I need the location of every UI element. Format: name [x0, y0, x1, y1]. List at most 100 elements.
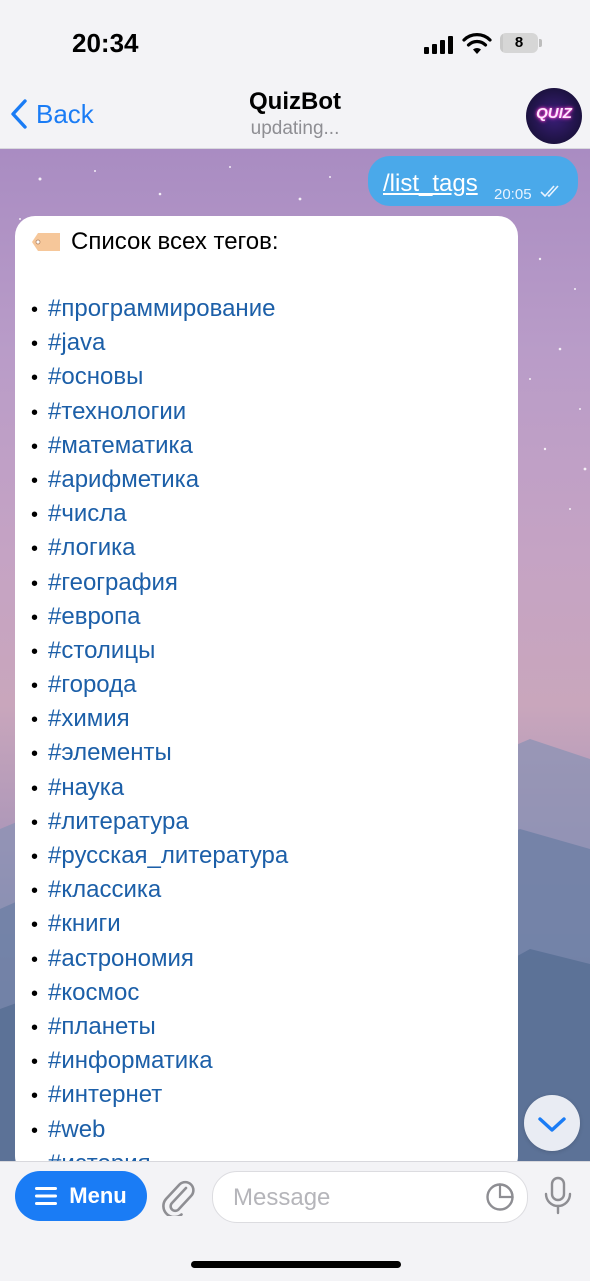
- command-link[interactable]: /list_tags: [383, 170, 478, 198]
- cellular-signal-icon: [424, 36, 454, 54]
- bullet: •: [31, 1051, 39, 1074]
- tag-list-item: • #книги: [31, 907, 288, 941]
- tag-list-item: • #литература: [31, 805, 288, 839]
- sticker-icon[interactable]: [485, 1182, 515, 1212]
- hashtag-link[interactable]: #java: [48, 329, 105, 356]
- battery-icon: 8: [500, 33, 538, 53]
- read-checkmarks-icon: [540, 185, 559, 198]
- menu-label: Menu: [69, 1183, 127, 1208]
- hashtag-link[interactable]: #химия: [48, 705, 130, 732]
- hashtag-link[interactable]: #программирование: [48, 295, 275, 322]
- chat-area[interactable]: /list_tags 20:05 Список всех тегов: • #пр…: [0, 149, 590, 1161]
- battery-cap: [539, 39, 542, 47]
- tag-list-item: • #планеты: [31, 1010, 288, 1044]
- message-heading: Список всех тегов:: [31, 228, 279, 256]
- bullet: •: [31, 1119, 39, 1142]
- scroll-down-button[interactable]: [524, 1095, 580, 1151]
- hashtag-link[interactable]: #элементы: [48, 739, 172, 766]
- hashtag-link[interactable]: #космос: [48, 979, 139, 1006]
- home-indicator: [191, 1261, 401, 1268]
- tag-list-item: • #европа: [31, 600, 288, 634]
- wifi-icon: [462, 33, 492, 54]
- tag-list-item: • #наука: [31, 771, 288, 805]
- hashtag-link[interactable]: #наука: [48, 774, 124, 801]
- tag-list-item: • #космос: [31, 976, 288, 1010]
- bullet: •: [31, 401, 39, 424]
- message-input-container: [212, 1171, 528, 1224]
- bullet: •: [31, 846, 39, 868]
- hashtag-link[interactable]: #география: [48, 569, 178, 596]
- microphone-icon[interactable]: [542, 1176, 574, 1216]
- bullet: •: [31, 709, 39, 732]
- composer-bar: Menu: [0, 1161, 590, 1281]
- hashtag-link[interactable]: #русская_литература: [48, 842, 288, 869]
- message-input[interactable]: [231, 1172, 475, 1224]
- hashtag-link[interactable]: #книги: [48, 910, 121, 937]
- bullet: •: [31, 435, 39, 458]
- bullet: •: [31, 914, 39, 937]
- bullet: •: [31, 504, 39, 527]
- bullet: •: [31, 640, 39, 663]
- tag-list-item: • #математика: [31, 429, 288, 463]
- chat-status: updating...: [250, 118, 340, 139]
- chevron-down-icon: [538, 1117, 566, 1132]
- hashtag-link[interactable]: #астрономия: [48, 945, 194, 972]
- hashtag-link[interactable]: #информатика: [48, 1047, 213, 1074]
- hashtag-link[interactable]: #интернет: [48, 1081, 162, 1108]
- bullet: •: [31, 469, 39, 492]
- hashtag-link[interactable]: #числа: [48, 500, 127, 527]
- battery-percent: 8: [514, 34, 524, 51]
- hashtag-link[interactable]: #история: [48, 1150, 151, 1161]
- hashtag-link[interactable]: #столицы: [48, 637, 155, 664]
- bullet: •: [31, 982, 39, 1005]
- bullet: •: [31, 1154, 38, 1161]
- hashtag-link[interactable]: #логика: [48, 534, 136, 561]
- message-time: 20:05: [494, 186, 532, 203]
- tag-list-item: • #интернет: [31, 1078, 288, 1112]
- tag-list-item: • #элементы: [31, 736, 288, 770]
- hashtag-link[interactable]: #основы: [48, 363, 143, 390]
- bullet: •: [31, 572, 39, 595]
- hashtag-link[interactable]: #планеты: [48, 1013, 156, 1040]
- incoming-message[interactable]: Список всех тегов: • #программирование • #j…: [15, 216, 518, 1161]
- hashtag-link[interactable]: #европа: [48, 603, 140, 630]
- bullet: •: [31, 606, 39, 629]
- hashtag-link[interactable]: #арифметика: [48, 466, 199, 493]
- hashtag-link[interactable]: #технологии: [48, 398, 186, 425]
- bullet: •: [31, 743, 39, 766]
- hashtag-link[interactable]: #литература: [48, 808, 189, 835]
- tag-list-item: • #логика: [31, 531, 288, 565]
- tag-list-item: • #история: [31, 1147, 288, 1161]
- status-time: 20:34: [72, 28, 139, 58]
- paperclip-icon[interactable]: [160, 1176, 196, 1216]
- tag-list-item: • #химия: [31, 702, 288, 736]
- hashtag-link[interactable]: #города: [48, 671, 136, 698]
- tag-list-item: • #русская_литература: [31, 839, 288, 873]
- tag-list-item: • #города: [31, 668, 288, 702]
- tag-list-item: • #основы: [31, 360, 288, 394]
- status-bar: 20:34 8: [0, 0, 590, 84]
- avatar-logo-text: QUIZ: [536, 105, 572, 122]
- chat-header: Back QuizBot updating...: [0, 84, 590, 149]
- bullet: •: [31, 299, 39, 321]
- bullet: •: [31, 1016, 39, 1039]
- bullet: •: [31, 948, 39, 971]
- bullet: •: [31, 1085, 39, 1108]
- hashtag-link[interactable]: #web: [48, 1116, 105, 1143]
- bullet: •: [31, 880, 39, 903]
- tag-list-item: • #география: [31, 566, 288, 600]
- tag-list: • #программирование • #java • #основы • #технол…: [31, 292, 288, 1161]
- tag-list-item: • #java: [31, 326, 288, 360]
- bullet: •: [31, 811, 39, 834]
- menu-button[interactable]: Menu: [15, 1171, 147, 1221]
- chat-title[interactable]: QuizBot: [0, 88, 590, 116]
- hashtag-link[interactable]: #математика: [48, 432, 193, 459]
- tag-list-item: • #программирование: [31, 292, 288, 326]
- hashtag-link[interactable]: #классика: [48, 876, 161, 903]
- bot-avatar[interactable]: QUIZ: [526, 88, 582, 144]
- heading-text: Список всех тегов:: [71, 228, 279, 255]
- tag-list-item: • #числа: [31, 497, 288, 531]
- outgoing-message[interactable]: /list_tags 20:05: [368, 156, 578, 206]
- tag-list-item: • #информатика: [31, 1044, 288, 1078]
- tag-list-item: • #технологии: [31, 395, 288, 429]
